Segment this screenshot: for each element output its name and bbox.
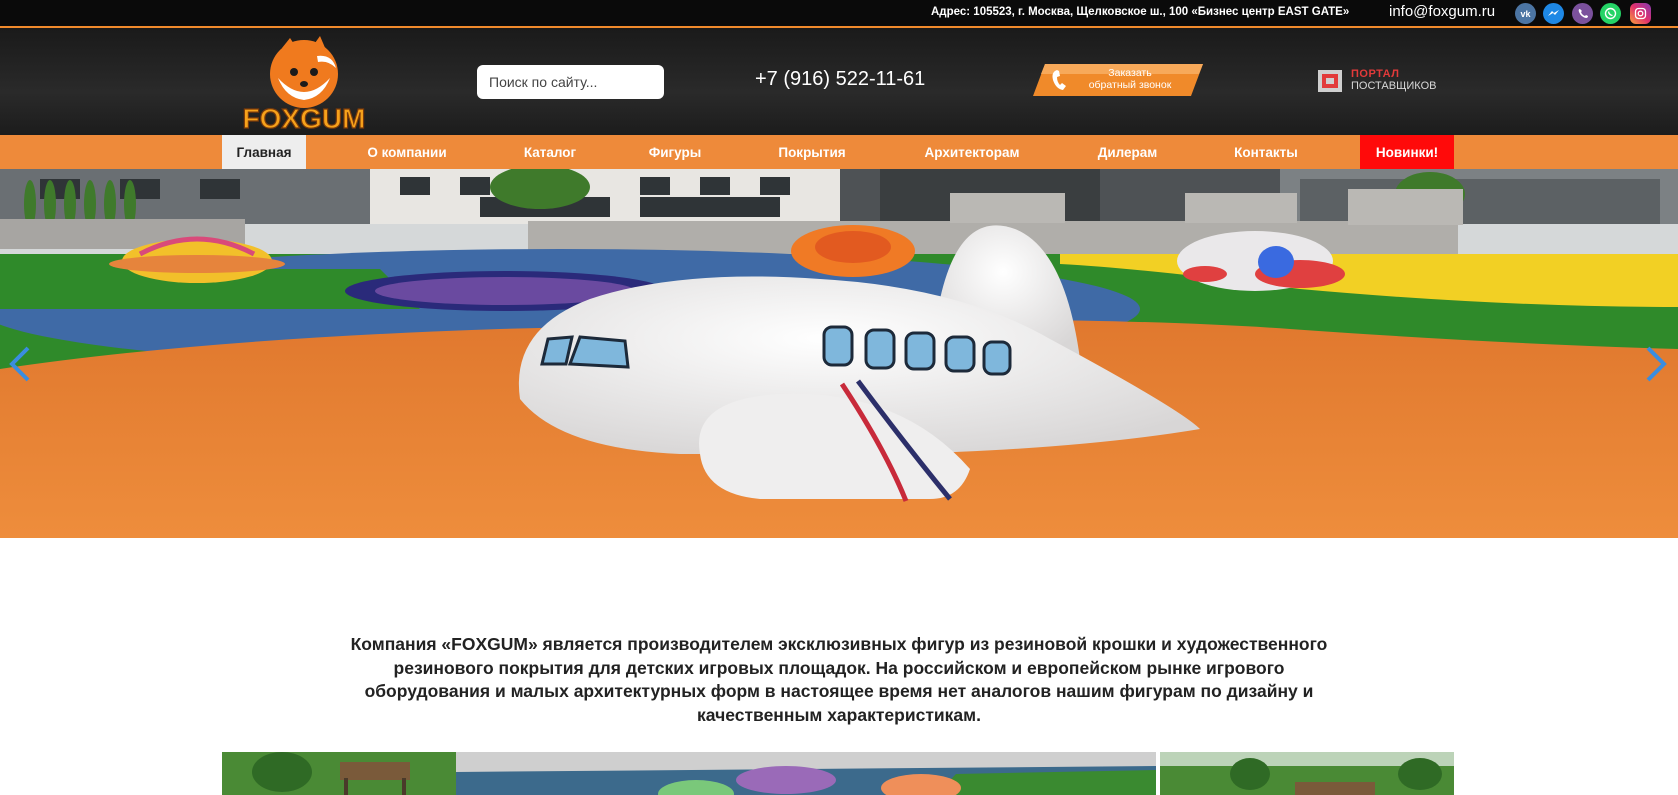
nav-item-figures[interactable]: Фигуры	[640, 135, 710, 169]
vk-icon[interactable]: vk	[1515, 3, 1536, 24]
gallery-thumb-3[interactable]	[1160, 752, 1454, 795]
nav-item-architects[interactable]: Архитекторам	[910, 135, 1034, 169]
nav-item-home[interactable]: Главная	[222, 135, 306, 169]
viber-icon[interactable]	[1572, 3, 1593, 24]
nav-item-about[interactable]: О компании	[352, 135, 462, 169]
site-header: FOXGUM +7 (916) 522-11-61 Заказать обрат…	[0, 28, 1678, 135]
hero-image	[0, 169, 1678, 538]
callback-button[interactable]: Заказать обратный звонок	[1033, 64, 1203, 96]
hero-slider[interactable]	[0, 169, 1678, 538]
nav-item-catalog[interactable]: Каталог	[510, 135, 590, 169]
search-input[interactable]	[477, 65, 664, 99]
portal-label-line1: ПОРТАЛ	[1351, 68, 1400, 80]
foxgum-logo[interactable]: FOXGUM	[222, 36, 387, 135]
portal-label-line2: ПОСТАВЩИКОВ	[1351, 80, 1437, 92]
nav-item-coverings[interactable]: Покрытия	[766, 135, 858, 169]
supplier-portal-link[interactable]: ПОРТАЛ ПОСТАВЩИКОВ	[1318, 68, 1436, 94]
whatsapp-icon[interactable]	[1600, 3, 1621, 24]
gallery-thumb-2[interactable]	[456, 752, 1156, 795]
nav-item-dealers[interactable]: Дилерам	[1085, 135, 1170, 169]
slider-next-arrow-icon[interactable]	[1644, 344, 1668, 384]
callback-label-line1: Заказать	[1108, 67, 1152, 79]
company-intro-text: Компания «FOXGUM» является производителе…	[350, 634, 1328, 725]
main-nav: Главная О компании Каталог Фигуры Покрыт…	[0, 135, 1678, 169]
address-text: Адрес: 105523, г. Москва, Щелковское ш.,…	[931, 6, 1350, 18]
portal-logo-icon	[1318, 70, 1342, 92]
messenger-icon[interactable]	[1543, 3, 1564, 24]
top-bar: Адрес: 105523, г. Москва, Щелковское ш.,…	[0, 0, 1678, 28]
phone-number[interactable]: +7 (916) 522-11-61	[755, 68, 925, 91]
gallery-thumb-1[interactable]	[222, 752, 456, 795]
logo-wordmark: FOXGUM	[243, 103, 366, 131]
nav-item-new[interactable]: Новинки!	[1360, 135, 1454, 169]
instagram-icon[interactable]	[1630, 3, 1651, 24]
slider-prev-arrow-icon[interactable]	[8, 344, 32, 384]
email-link[interactable]: info@foxgum.ru	[1389, 3, 1495, 20]
nav-item-contacts[interactable]: Контакты	[1222, 135, 1310, 169]
callback-label-line2: обратный звонок	[1088, 79, 1172, 91]
